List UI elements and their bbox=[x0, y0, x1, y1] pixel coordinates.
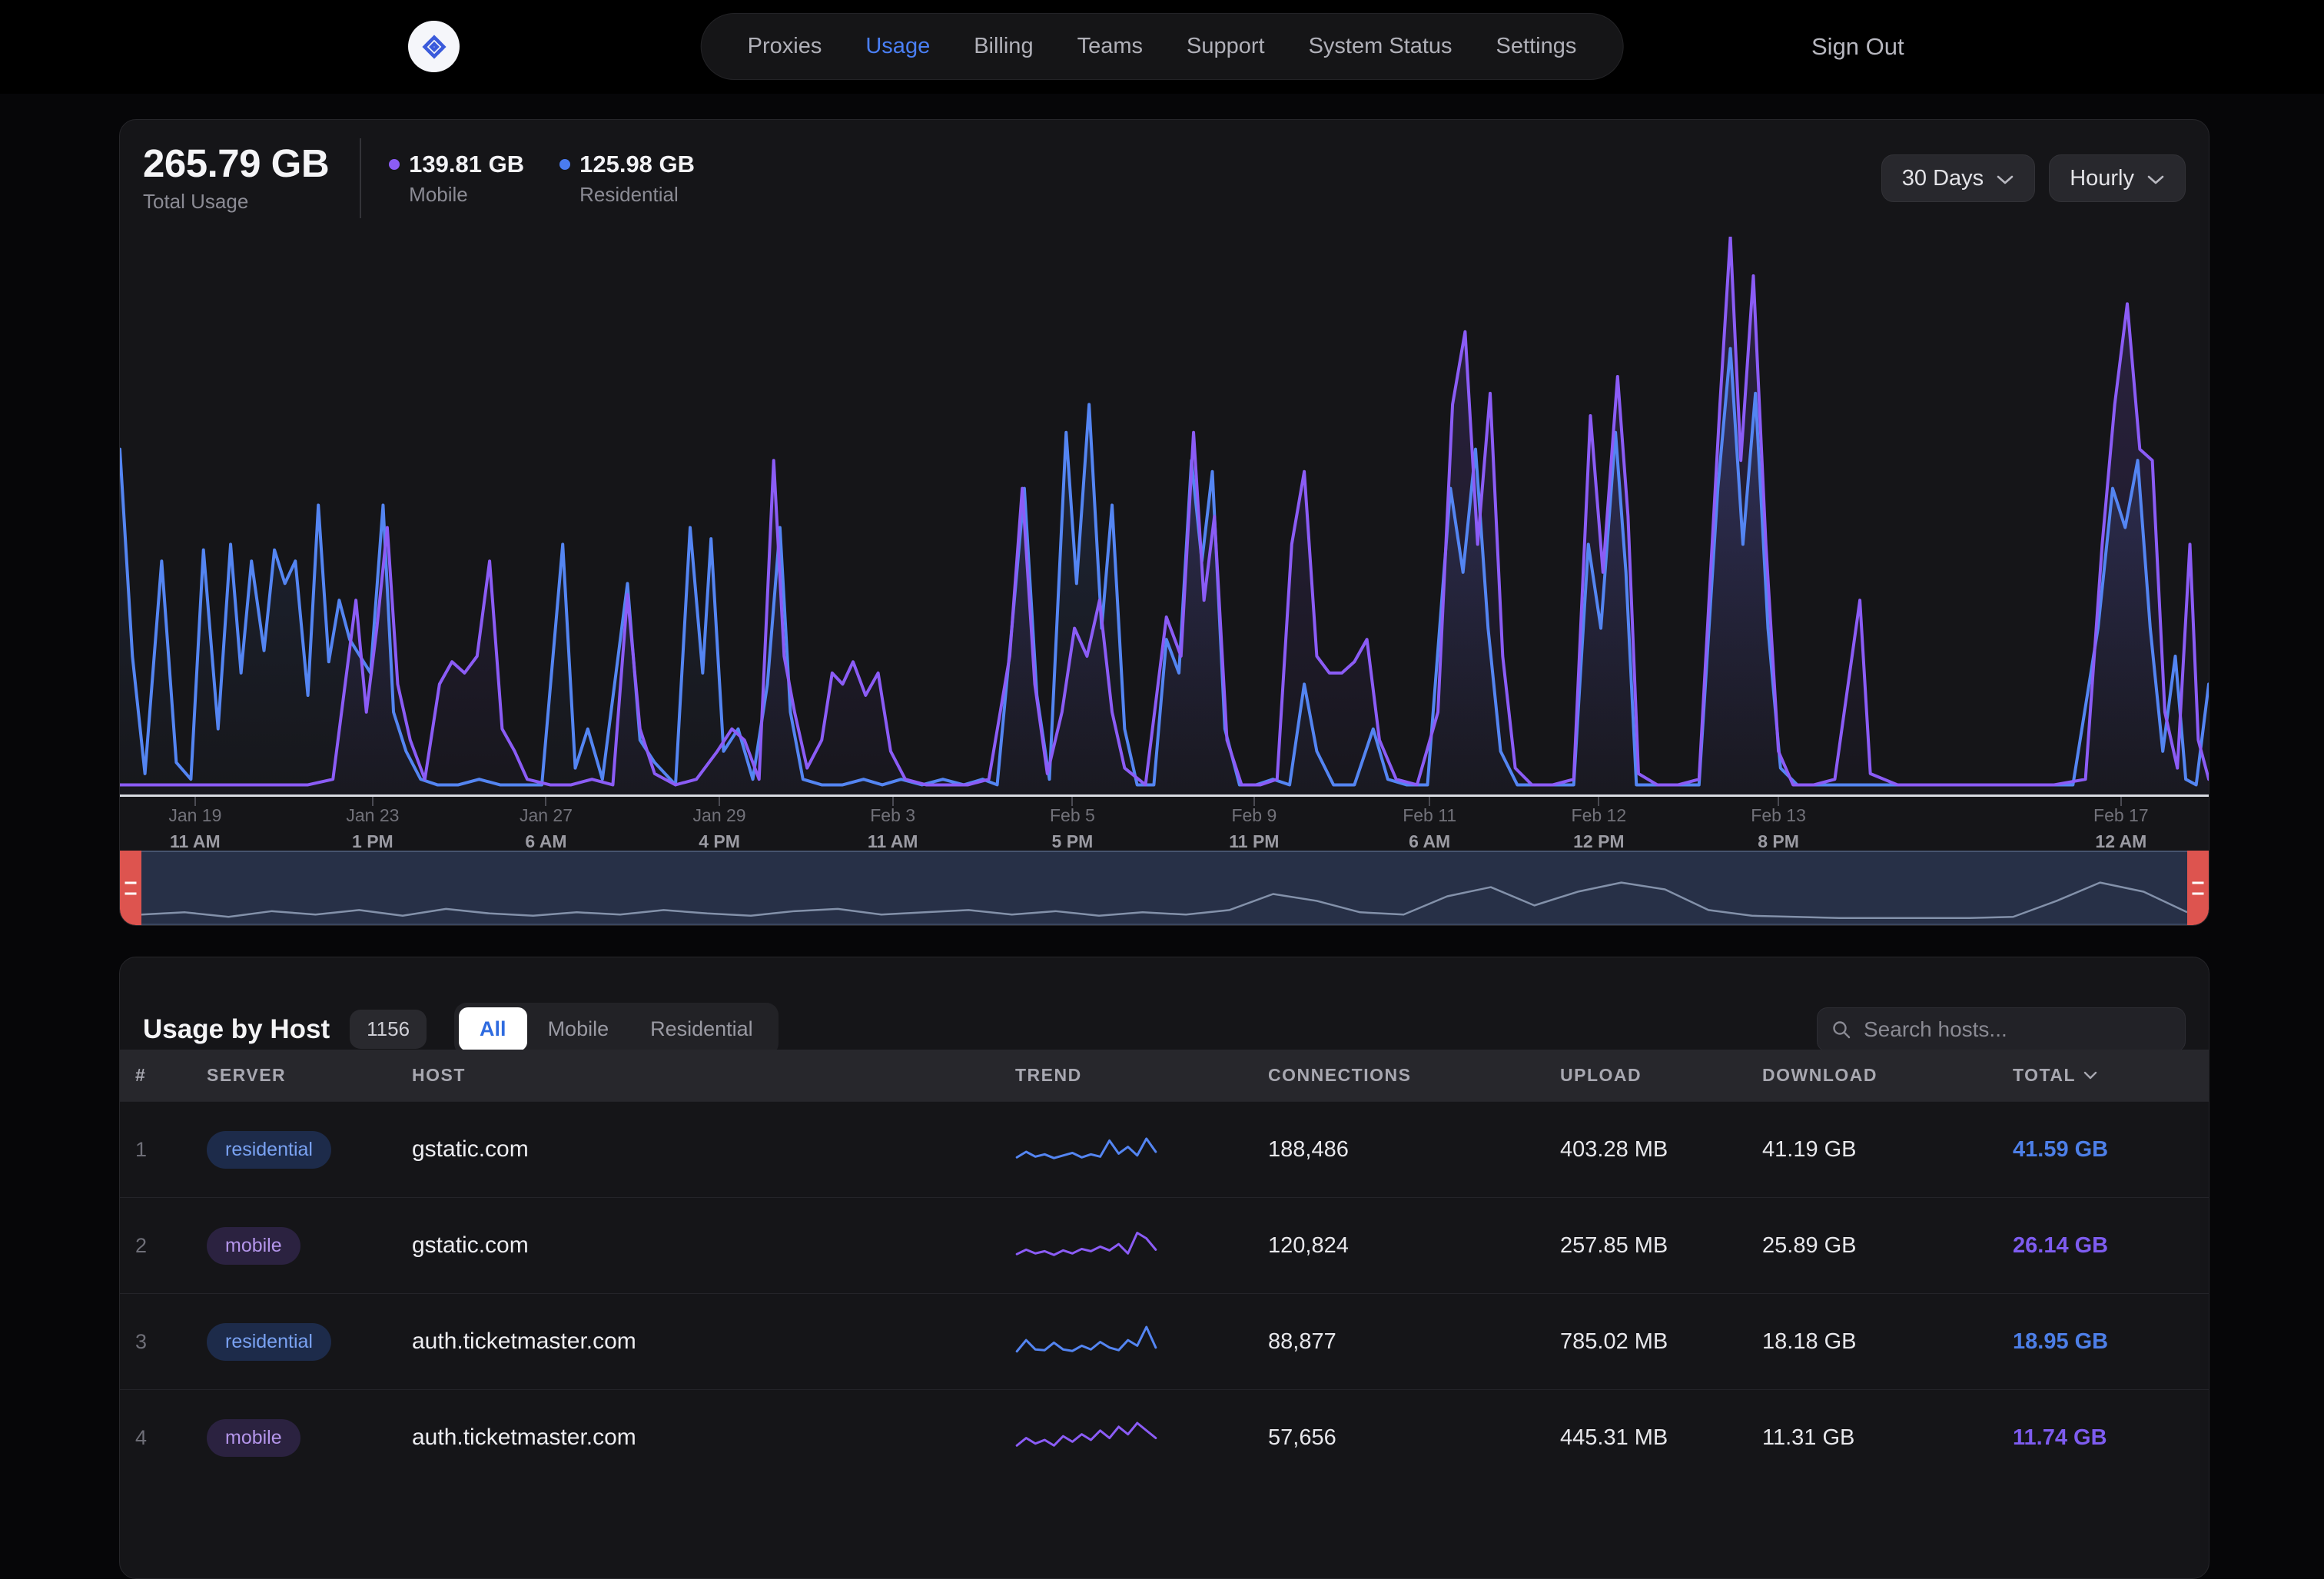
search-icon bbox=[1831, 1020, 1851, 1040]
trend-sparkline bbox=[1015, 1416, 1157, 1459]
chart-controls: 30 Days Hourly bbox=[1881, 154, 2186, 202]
x-axis-tick bbox=[1598, 797, 1599, 806]
table-row[interactable]: 2 mobile gstatic.com 120,824 257.85 MB 2… bbox=[120, 1197, 2209, 1293]
mobile-usage-label: Mobile bbox=[409, 183, 524, 207]
legend-residential-stat: 125.98 GB Residential bbox=[559, 151, 695, 207]
col-trend: TREND bbox=[1015, 1065, 1268, 1086]
residential-legend-dot-icon bbox=[559, 159, 570, 170]
total-usage-value: 265.79 GB bbox=[143, 143, 329, 184]
x-axis-tick bbox=[892, 797, 894, 806]
host-filter-tabs: All Mobile Residential bbox=[454, 1003, 779, 1056]
nav-item-support[interactable]: Support bbox=[1187, 34, 1265, 59]
x-axis-tick bbox=[194, 797, 196, 806]
range-dropdown[interactable]: 30 Days bbox=[1881, 154, 2035, 202]
granularity-dropdown[interactable]: Hourly bbox=[2049, 154, 2186, 202]
mobile-usage-value: 139.81 GB bbox=[409, 151, 524, 178]
brand-logo[interactable] bbox=[408, 21, 460, 72]
col-connections: CONNECTIONS bbox=[1268, 1065, 1560, 1086]
host-name: gstatic.com bbox=[412, 1232, 1015, 1259]
nav-item-usage[interactable]: Usage bbox=[865, 34, 930, 59]
col-server: SERVER bbox=[207, 1065, 412, 1086]
nav-item-teams[interactable]: Teams bbox=[1077, 34, 1143, 59]
usage-header: 265.79 GB Total Usage 139.81 GB Mobile 1… bbox=[120, 120, 2209, 237]
chart-baseline bbox=[120, 794, 2209, 797]
trend-sparkline bbox=[1015, 1320, 1157, 1363]
col-upload: UPLOAD bbox=[1560, 1065, 1762, 1086]
time-range-scrubber bbox=[120, 851, 2209, 925]
residential-usage-label: Residential bbox=[579, 183, 695, 207]
host-name: gstatic.com bbox=[412, 1136, 1015, 1163]
header-divider bbox=[360, 138, 361, 218]
nav-item-system-status[interactable]: System Status bbox=[1309, 34, 1452, 59]
col-total-sort[interactable]: TOTAL bbox=[2013, 1065, 2195, 1086]
chevron-down-icon bbox=[1996, 174, 2014, 185]
x-axis-tick bbox=[545, 797, 546, 806]
tab-all[interactable]: All bbox=[459, 1007, 527, 1051]
server-type-badge: residential bbox=[207, 1323, 331, 1361]
x-axis-tick bbox=[1429, 797, 1430, 806]
top-nav: Proxies Usage Billing Teams Support Syst… bbox=[0, 0, 2324, 94]
host-name: auth.ticketmaster.com bbox=[412, 1329, 1015, 1355]
host-card-title: Usage by Host bbox=[143, 1014, 330, 1045]
primary-nav: Proxies Usage Billing Teams Support Syst… bbox=[701, 13, 1624, 80]
trend-sparkline bbox=[1015, 1224, 1157, 1267]
col-host: HOST bbox=[412, 1065, 1015, 1086]
trend-sparkline bbox=[1015, 1128, 1157, 1171]
table-row[interactable]: 3 residential auth.ticketmaster.com 88,8… bbox=[120, 1293, 2209, 1389]
tab-mobile[interactable]: Mobile bbox=[527, 1007, 630, 1051]
usage-area-chart[interactable] bbox=[120, 237, 2209, 796]
scrubber-left-handle[interactable] bbox=[120, 851, 141, 925]
host-name: auth.ticketmaster.com bbox=[412, 1425, 1015, 1451]
nav-item-proxies[interactable]: Proxies bbox=[748, 34, 822, 59]
grip-icon bbox=[2193, 881, 2204, 894]
total-usage-stat: 265.79 GB Total Usage bbox=[143, 143, 329, 214]
legend-mobile-stat: 139.81 GB Mobile bbox=[389, 151, 524, 207]
tab-residential[interactable]: Residential bbox=[629, 1007, 774, 1051]
mobile-legend-dot-icon bbox=[389, 159, 400, 170]
chevron-down-icon bbox=[2146, 174, 2165, 185]
sign-out-link[interactable]: Sign Out bbox=[1811, 0, 1904, 94]
x-axis-tick bbox=[1778, 797, 1779, 806]
brand-knot-icon bbox=[417, 29, 452, 65]
usage-card: 265.79 GB Total Usage 139.81 GB Mobile 1… bbox=[119, 119, 2209, 926]
x-axis-tick bbox=[1071, 797, 1073, 806]
usage-by-host-card: Usage by Host 1156 All Mobile Residentia… bbox=[119, 957, 2209, 1579]
nav-item-billing[interactable]: Billing bbox=[974, 34, 1033, 59]
host-search bbox=[1817, 1007, 2186, 1052]
x-axis-tick bbox=[1253, 797, 1255, 806]
server-type-badge: mobile bbox=[207, 1419, 300, 1457]
total-usage-label: Total Usage bbox=[143, 190, 329, 214]
server-type-badge: residential bbox=[207, 1131, 331, 1169]
server-type-badge: mobile bbox=[207, 1227, 300, 1265]
minimap-sparkline bbox=[141, 852, 2187, 924]
x-axis-tick bbox=[2120, 797, 2122, 806]
proxy-usage-dashboard: Proxies Usage Billing Teams Support Syst… bbox=[0, 0, 2324, 1452]
x-axis-tick bbox=[372, 797, 374, 806]
host-count-badge: 1156 bbox=[350, 1010, 427, 1049]
grip-icon bbox=[125, 881, 137, 894]
table-header: # SERVER HOST TREND CONNECTIONS UPLOAD D… bbox=[120, 1050, 2209, 1101]
col-rank: # bbox=[135, 1065, 207, 1086]
table-row[interactable]: 4 mobile auth.ticketmaster.com 57,656 44… bbox=[120, 1389, 2209, 1485]
scrubber-right-handle[interactable] bbox=[2187, 851, 2209, 925]
nav-item-settings[interactable]: Settings bbox=[1496, 34, 1577, 59]
sort-chevron-icon bbox=[2083, 1071, 2097, 1080]
scrubber-track[interactable] bbox=[141, 851, 2187, 925]
search-input[interactable] bbox=[1862, 1017, 2171, 1043]
x-axis-tick bbox=[719, 797, 720, 806]
table-row[interactable]: 1 residential gstatic.com 188,486 403.28… bbox=[120, 1101, 2209, 1197]
residential-usage-value: 125.98 GB bbox=[579, 151, 695, 178]
col-download: DOWNLOAD bbox=[1762, 1065, 2013, 1086]
